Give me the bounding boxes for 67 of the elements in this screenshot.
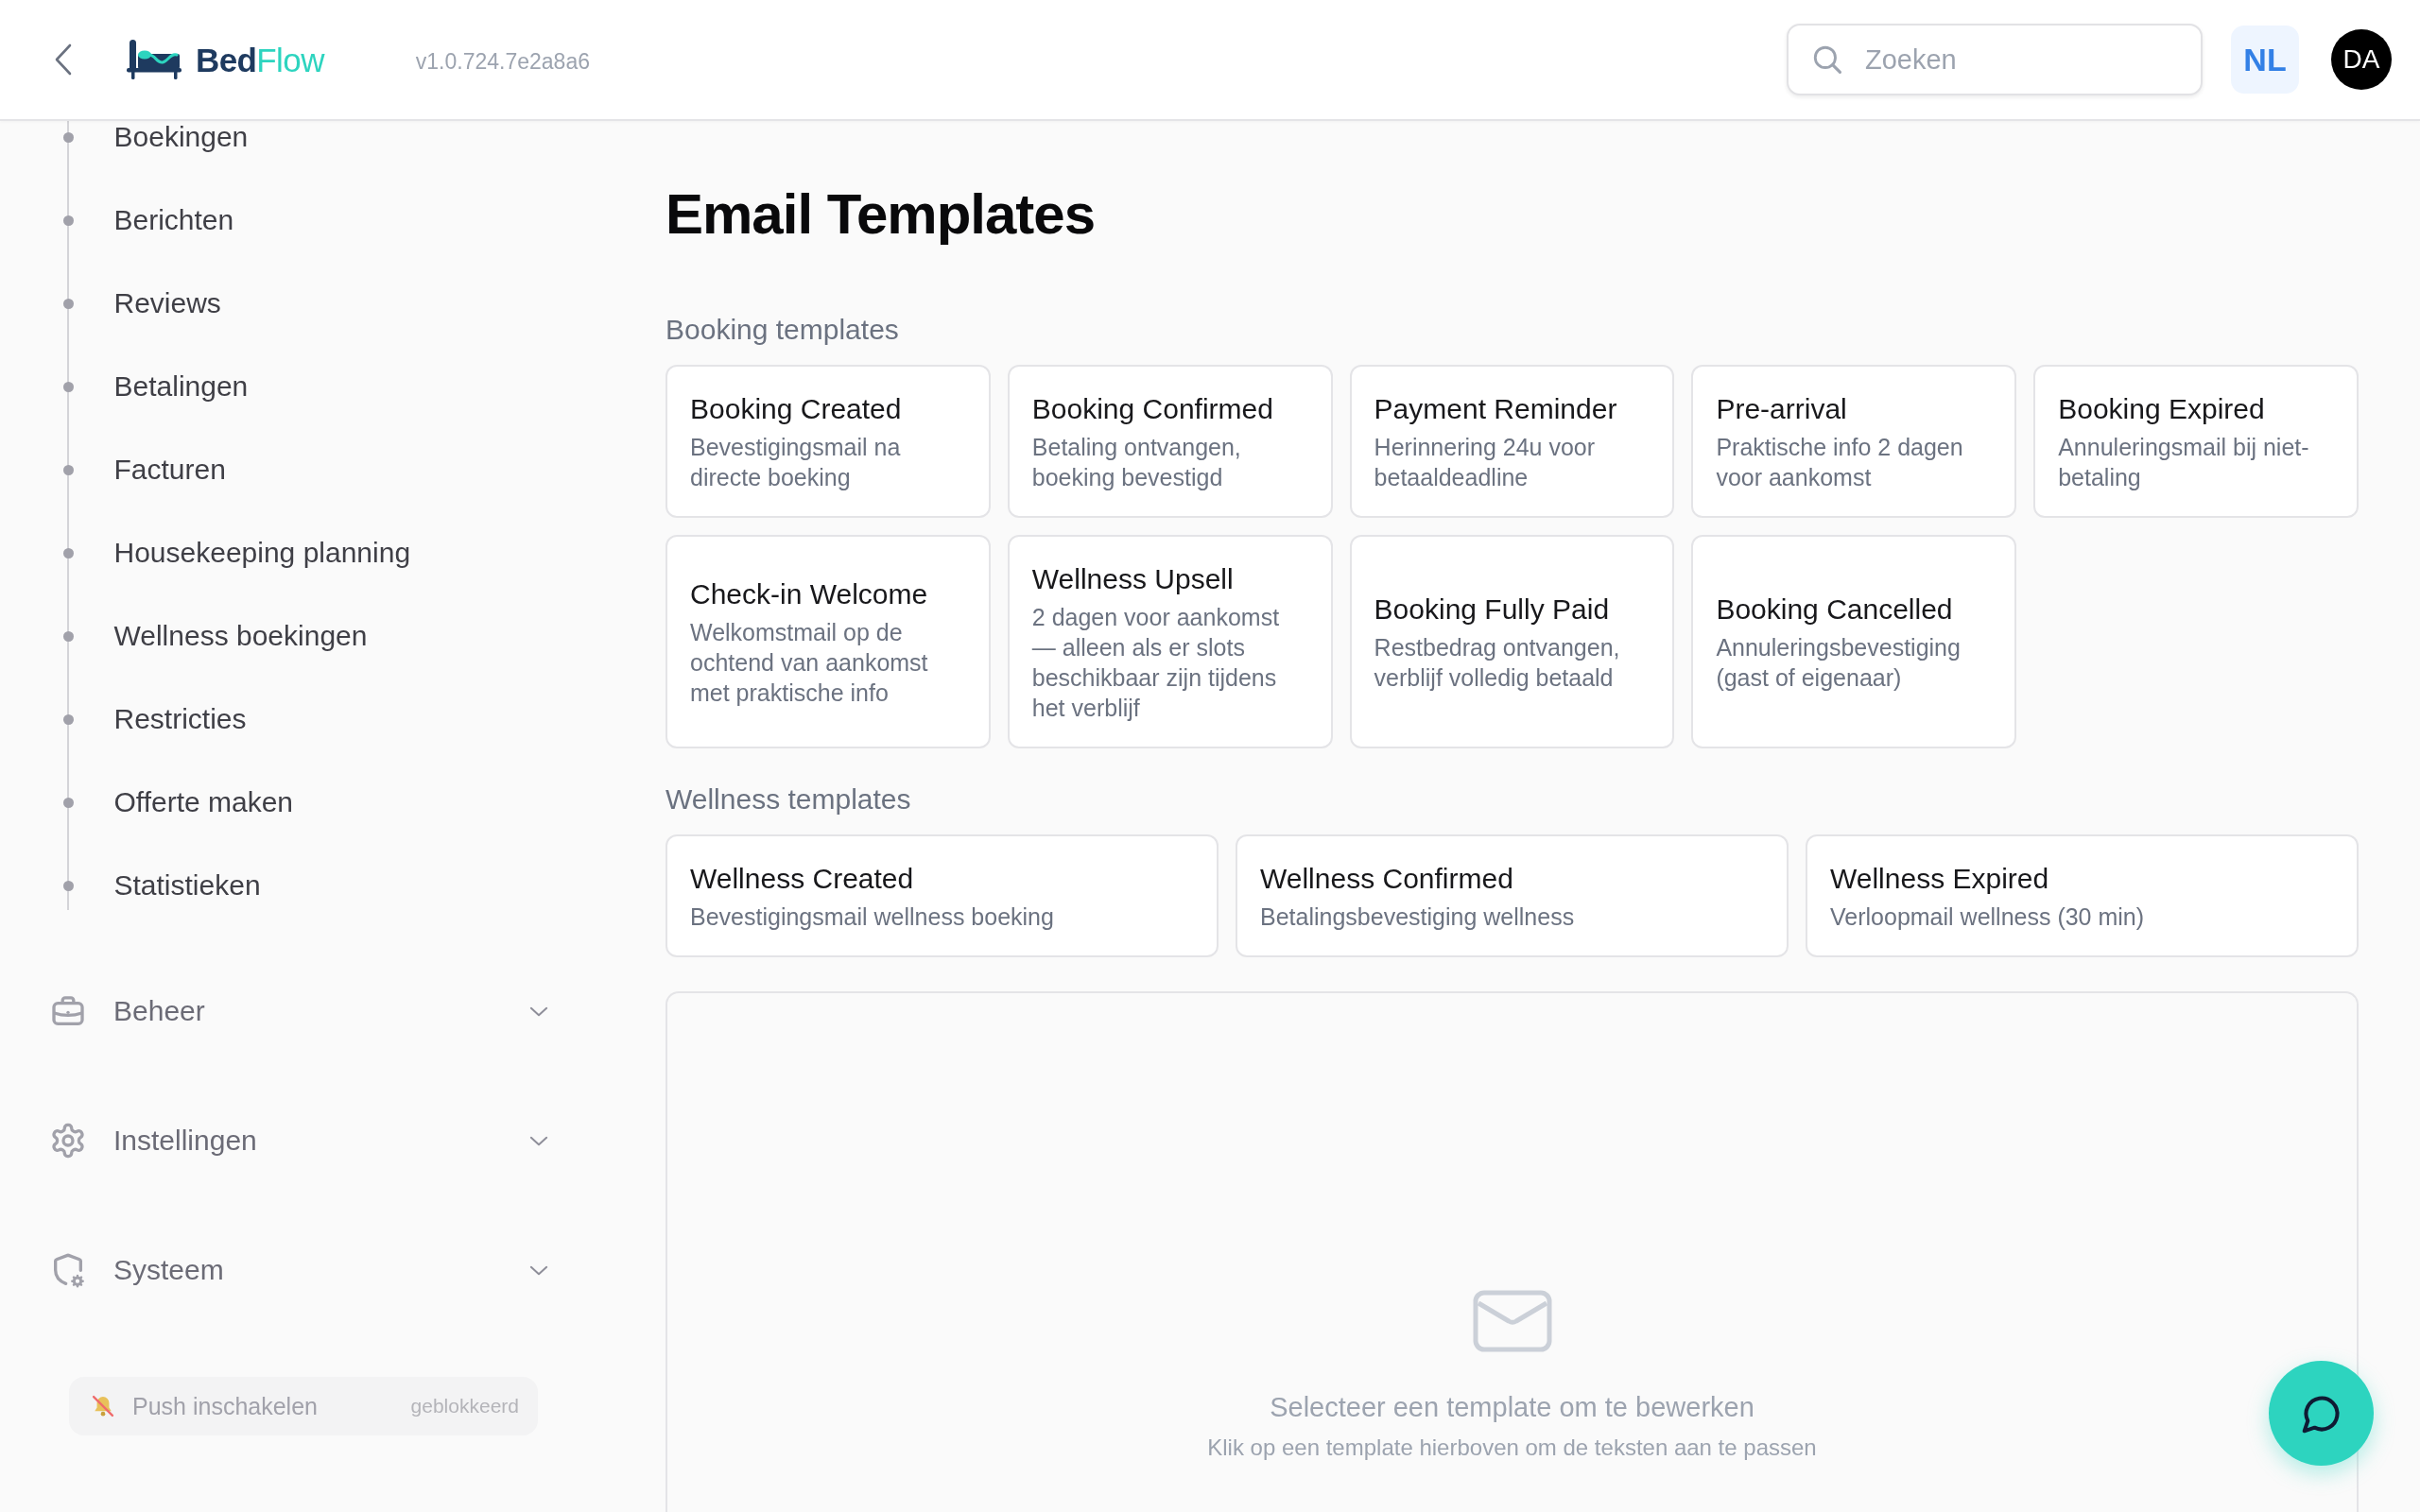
template-description: 2 dagen voor aankomst — alleen als er slots beschikbaar zijn tijdens het verblijf <box>1031 603 1281 723</box>
template-card[interactable]: Booking Created Bevestigingsmail na directe boeking <box>666 365 991 518</box>
template-description: Welkomstmail op de ochtend van aankomst met praktische info <box>690 618 929 708</box>
sidebar-item[interactable]: Betalingen <box>113 368 249 405</box>
template-card[interactable]: Wellness Confirmed Betalingsbevestiging wellness <box>1236 834 1789 957</box>
sidebar-item[interactable]: Offerte maken <box>113 783 294 821</box>
sidebar-item[interactable]: Facturen <box>113 451 226 489</box>
template-card[interactable]: Booking Expired Annuleringsmail bij niet-betaling <box>2033 365 2359 518</box>
bed-logo-icon <box>127 40 182 79</box>
sidebar-item[interactable]: Boekingen <box>113 121 249 156</box>
empty-state-hint: Klik op een template hierboven om de teksten aan te passen <box>1207 1434 1817 1462</box>
template-title: Booking Fully Paid <box>1374 593 1611 627</box>
template-title: Booking Confirmed <box>1031 392 1274 426</box>
template-title: Payment Reminder <box>1374 392 1618 426</box>
sidebar-item[interactable]: Statistieken <box>113 867 261 904</box>
status-label: geblokkeerd <box>410 1395 519 1418</box>
template-card[interactable]: Pre-arrival Praktische info 2 dagen voor aankomst <box>1691 365 2017 518</box>
template-description: Verloopmail wellness (30 min) <box>1830 902 2146 932</box>
template-title: Wellness Expired <box>1830 862 2050 896</box>
template-title: Check-in Welcome <box>690 577 929 611</box>
nav-group-button[interactable]: Instellingen <box>49 1114 550 1167</box>
template-title: Booking Created <box>690 392 903 426</box>
template-card[interactable]: Booking Fully Paid Restbedrag ontvangen, verblijf volledig betaald <box>1349 535 1675 748</box>
template-title: Wellness Confirmed <box>1260 862 1514 896</box>
template-card[interactable]: Booking Confirmed Betaling ontvangen, boeking bevestigd <box>1007 365 1333 518</box>
template-card[interactable]: Wellness Upsell 2 dagen voor aankomst — alleen als er slots beschikbaar zijn tijdens het verblijf <box>1007 535 1333 748</box>
template-title: Wellness Created <box>690 862 915 896</box>
template-description: Bevestigingsmail wellness boeking <box>690 902 1055 932</box>
template-card[interactable]: Booking Cancelled Annuleringsbevestiging (gast of eigenaar) <box>1691 535 2017 748</box>
template-description: Herinnering 24u voor betaaldeadline <box>1374 433 1597 492</box>
search-icon <box>1811 43 1843 76</box>
chevron-left-icon <box>54 43 73 76</box>
version-label: v1.0.724.7e2a8a6 <box>415 48 590 75</box>
sidebar-item[interactable]: Berichten <box>113 201 234 239</box>
section-heading: Booking templates <box>666 313 899 347</box>
template-description: Annuleringsmail bij niet-betaling <box>2058 433 2310 492</box>
template-title: Booking Expired <box>2058 392 2266 426</box>
sidebar-item[interactable]: Restricties <box>113 700 247 738</box>
template-description: Restbedrag ontvangen, verblijf volledig betaald <box>1374 633 1621 693</box>
template-description: Annuleringsbevestiging (gast of eigenaar) <box>1716 633 1962 693</box>
template-card[interactable]: Payment Reminder Herinnering 24u voor betaaldeadline <box>1349 365 1675 518</box>
template-card[interactable]: Wellness Expired Verloopmail wellness (30 min) <box>1806 834 2359 957</box>
envelope-icon <box>1472 1290 1552 1352</box>
template-description: Betaling ontvangen, boeking bevestigd <box>1031 433 1242 492</box>
gear-icon <box>49 1122 87 1160</box>
logo-wordmark: BedFlow <box>196 43 324 77</box>
template-title: Booking Cancelled <box>1716 593 1954 627</box>
section-heading: Wellness templates <box>666 782 911 816</box>
sidebar-item[interactable]: Housekeeping planning <box>113 534 411 572</box>
template-description: Bevestigingsmail na directe boeking <box>690 433 902 492</box>
empty-state-title: Selecteer een template om te bewerken <box>1270 1391 1754 1424</box>
template-description: Praktische info 2 dagen voor aankomst <box>1716 433 1964 492</box>
nav-group-button[interactable]: Systeem <box>49 1244 550 1297</box>
sidebar-item[interactable]: Reviews <box>113 284 221 322</box>
search-field[interactable]: Zoeken <box>1787 24 2203 95</box>
user-avatar[interactable]: DA <box>2331 29 2392 90</box>
language-button[interactable]: NL <box>2231 26 2299 94</box>
sidebar-item[interactable]: Wellness boekingen <box>113 617 368 655</box>
back-button[interactable] <box>54 43 73 76</box>
template-card[interactable]: Check-in Welcome Welkomstmail op de ochtend van aankomst met praktische info <box>666 535 991 748</box>
page-title: Email Templates <box>666 181 1096 248</box>
template-title: Wellness Upsell <box>1031 562 1235 596</box>
bell-slash-icon <box>90 1393 116 1419</box>
template-card[interactable]: Wellness Created Bevestigingsmail wellness boeking <box>666 834 1219 957</box>
template-description: Betalingsbevestiging wellness <box>1260 902 1576 932</box>
template-title: Pre-arrival <box>1716 392 1848 426</box>
nav-group-button[interactable]: Beheer <box>49 985 550 1038</box>
